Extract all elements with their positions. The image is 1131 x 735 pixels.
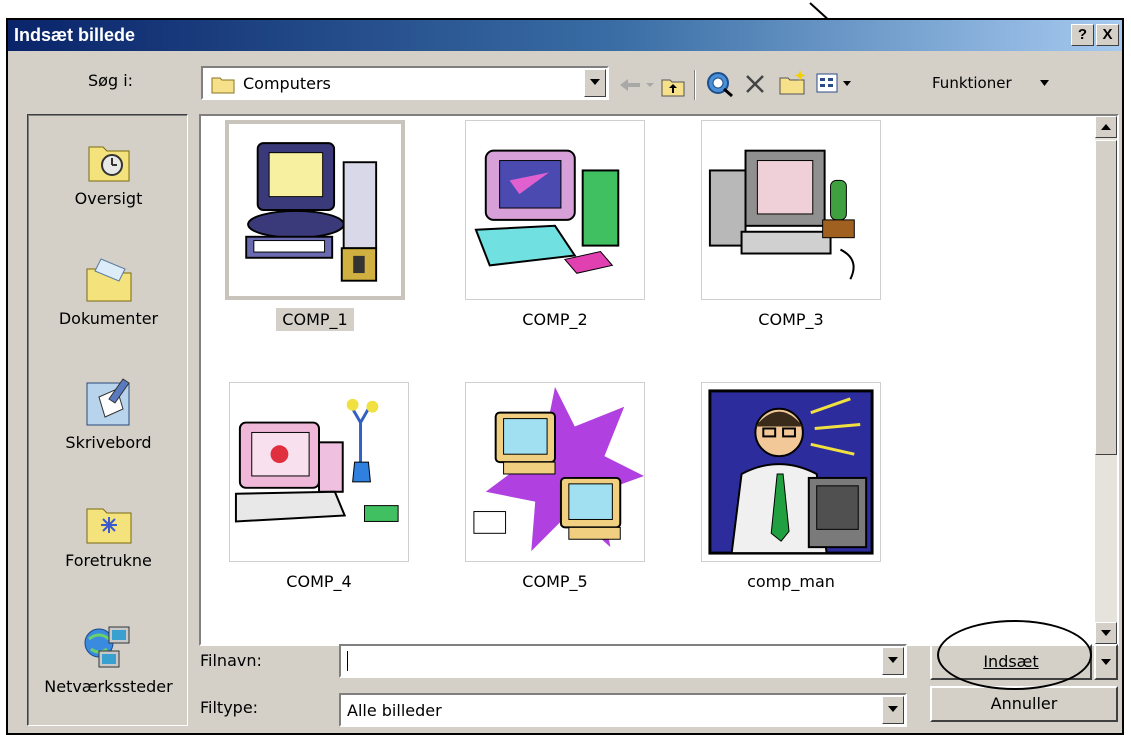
place-documents[interactable]: Dokumenter: [28, 257, 189, 328]
scroll-up-button[interactable]: [1095, 116, 1117, 138]
look-in-label: Søg i:: [88, 71, 134, 90]
place-label: Foretrukne: [65, 551, 152, 570]
toolbar-separator: [694, 70, 696, 100]
filename-dropdown-button[interactable]: [882, 647, 904, 675]
insert-picture-dialog: Indsæt billede ? X Søg i: Computers Funk…: [6, 18, 1124, 735]
computer-clipart-icon: [245, 142, 378, 282]
file-name[interactable]: COMP_4: [229, 572, 409, 591]
history-icon: [88, 146, 129, 182]
computer-clipart-icon: [473, 386, 644, 552]
file-name[interactable]: COMP_5: [465, 572, 645, 591]
computer-clipart-icon: [708, 149, 855, 280]
file-thumbnail[interactable]: [701, 382, 881, 562]
filetype-label: Filtype:: [200, 698, 259, 717]
chevron-down-icon: [1101, 659, 1111, 665]
favorites-icon: [86, 508, 131, 544]
scroll-down-button[interactable]: [1095, 622, 1117, 644]
filename-input[interactable]: [339, 644, 907, 678]
annotation-ellipse: [937, 620, 1092, 690]
place-label: Netværkssteder: [44, 677, 173, 696]
text-cursor: [347, 651, 348, 671]
file-name[interactable]: COMP_1: [225, 308, 405, 331]
desktop-icon: [86, 378, 130, 426]
file-list: COMP_1 COMP_2 COMP_3 COMP_4 COMP_5 comp_…: [199, 114, 1119, 646]
place-favorites[interactable]: Foretrukne: [28, 499, 189, 570]
file-thumbnail[interactable]: [701, 120, 881, 300]
file-name[interactable]: comp_man: [701, 572, 881, 591]
new-folder-icon[interactable]: [778, 68, 808, 98]
scroll-thumb[interactable]: [1095, 140, 1117, 455]
filetype-dropdown[interactable]: Alle billeder: [339, 693, 907, 727]
place-label: Dokumenter: [58, 309, 159, 328]
arrow-up-icon: [1101, 124, 1111, 130]
look-in-dropdown-button[interactable]: [584, 69, 606, 97]
file-thumbnail[interactable]: [465, 382, 645, 562]
insert-options-button[interactable]: [1094, 644, 1118, 680]
cancel-button[interactable]: Annuller: [930, 686, 1118, 722]
computer-clipart-icon: [474, 149, 620, 274]
place-label: Skrivebord: [65, 433, 152, 452]
place-label: Oversigt: [74, 189, 143, 208]
file-thumbnail[interactable]: [465, 120, 645, 300]
filename-label: Filnavn:: [200, 651, 262, 670]
place-history[interactable]: Oversigt: [28, 137, 189, 208]
tools-menu[interactable]: Funktioner: [932, 74, 1012, 92]
computer-clipart-icon: [708, 389, 874, 555]
filetype-value: Alle billeder: [347, 701, 442, 720]
network-places-icon: [84, 626, 129, 668]
tools-chevron-down-icon: [1040, 80, 1049, 86]
vertical-scrollbar[interactable]: [1095, 116, 1117, 644]
documents-icon: [86, 258, 131, 302]
dialog-title: Indsæt billede: [14, 25, 136, 45]
views-icon[interactable]: [816, 72, 856, 96]
place-network[interactable]: Netværkssteder: [28, 621, 189, 696]
close-button[interactable]: X: [1096, 24, 1119, 46]
search-web-icon[interactable]: [705, 70, 735, 98]
place-desktop[interactable]: Skrivebord: [28, 377, 189, 452]
file-thumbnail[interactable]: [229, 382, 409, 562]
help-button[interactable]: ?: [1071, 24, 1094, 46]
file-name[interactable]: COMP_3: [701, 310, 881, 329]
arrow-down-icon: [1101, 630, 1111, 636]
look-in-value: Computers: [243, 74, 331, 93]
filetype-dropdown-button[interactable]: [882, 696, 904, 724]
back-icon[interactable]: [616, 74, 658, 96]
places-bar: Oversigt Dokumenter Skrivebord Foretrukn…: [27, 114, 188, 726]
file-thumbnail[interactable]: [225, 120, 405, 300]
up-folder-icon[interactable]: [660, 74, 686, 98]
look-in-dropdown[interactable]: Computers: [201, 66, 609, 100]
file-name[interactable]: COMP_2: [465, 310, 645, 329]
delete-icon[interactable]: [743, 72, 767, 96]
folder-icon: [211, 77, 235, 94]
title-bar: Indsæt billede ? X: [8, 20, 1122, 51]
computer-clipart-icon: [234, 398, 399, 523]
